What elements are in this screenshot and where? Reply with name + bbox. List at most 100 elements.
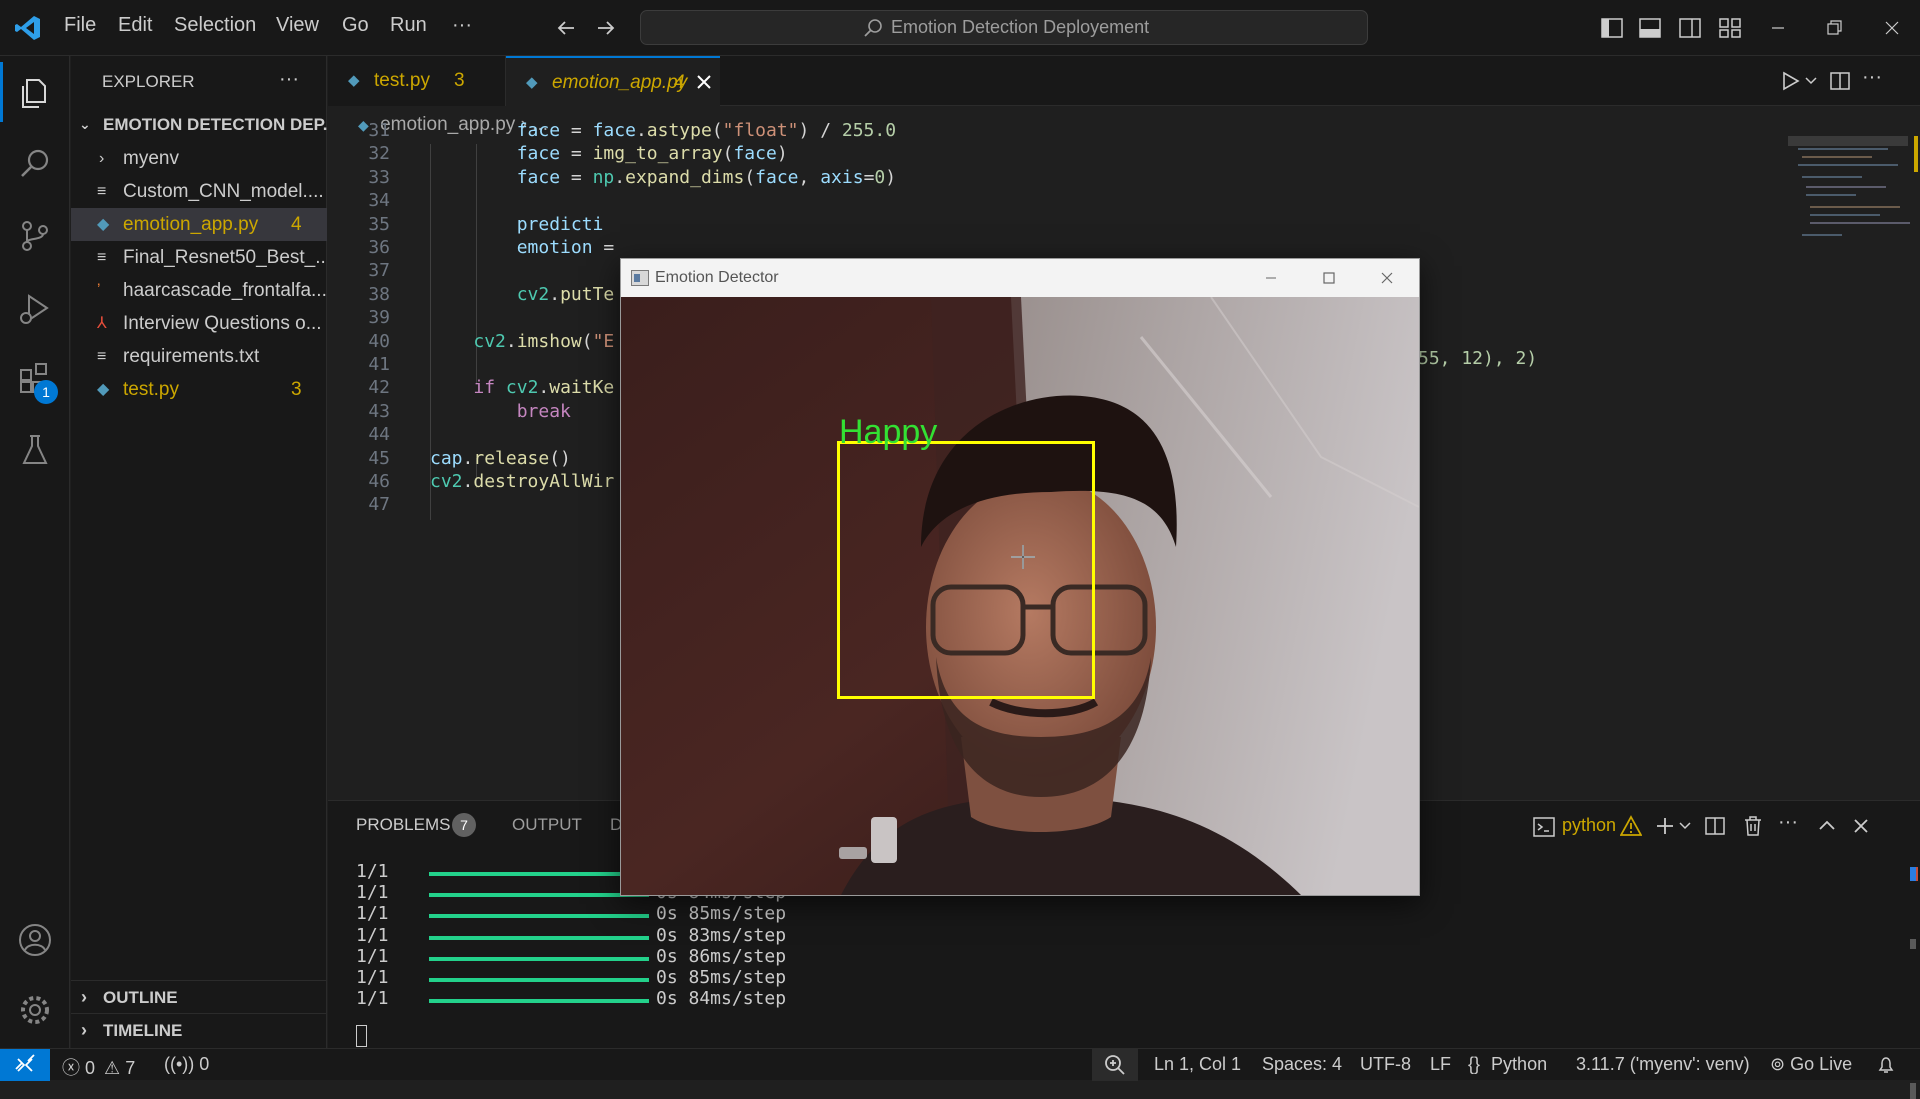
settings-gear-icon[interactable] [15, 990, 55, 1030]
tree-item-custom-cnn-model[interactable]: ≡ Custom_CNN_model.... [71, 175, 327, 208]
line-number: 36 [368, 237, 390, 258]
chevron-down-icon[interactable] [1678, 819, 1692, 833]
remote-indicator[interactable] [0, 1049, 50, 1081]
code-line: cv2.destroyAllWir [430, 471, 615, 492]
source-control-icon[interactable] [15, 216, 55, 256]
zoom-icon[interactable] [1092, 1049, 1138, 1081]
end-of-line[interactable]: LF [1430, 1054, 1451, 1075]
menu-go[interactable]: Go [342, 14, 369, 37]
tree-item-requirements[interactable]: ≡ requirements.txt [71, 340, 327, 373]
emotion-detector-window[interactable]: Emotion Detector Happy [620, 258, 1420, 896]
ports-indicator[interactable]: ((•)) 0 [164, 1054, 209, 1075]
split-editor-icon[interactable] [1828, 69, 1852, 93]
chevron-right-icon: › [99, 150, 105, 167]
editor-tabs: ◆ test.py 3 ◆ emotion_app.py 4 ··· [328, 56, 1920, 107]
code-line: predicti [516, 213, 604, 235]
python-interpreter[interactable]: 3.11.7 ('myenv': venv) [1576, 1054, 1750, 1075]
tab-test-py[interactable]: ◆ test.py 3 [328, 56, 506, 106]
forward-arrow-icon[interactable] [594, 16, 618, 40]
tree-item-emotion-app[interactable]: ◆ emotion_app.py 4 [71, 208, 327, 241]
indentation[interactable]: Spaces: 4 [1262, 1054, 1342, 1075]
minimap-line [1810, 214, 1880, 216]
back-arrow-icon[interactable] [554, 16, 578, 40]
line-number: 31 [368, 120, 390, 141]
scroll-marker [1910, 1083, 1916, 1099]
step-time: 0s 85ms/step [656, 903, 787, 925]
trash-icon[interactable] [1742, 815, 1764, 837]
customize-layout-icon[interactable] [1718, 16, 1742, 40]
outline-section[interactable]: › OUTLINE [71, 981, 327, 1014]
problem-count-badge: 4 [291, 214, 302, 235]
tab-output[interactable]: OUTPUT [512, 815, 582, 835]
menu-file[interactable]: File [64, 14, 96, 37]
encoding[interactable]: UTF-8 [1360, 1054, 1411, 1075]
editor-more-actions[interactable]: ··· [1862, 66, 1882, 89]
toggle-secondary-sidebar-icon[interactable] [1678, 16, 1702, 40]
rss-icon: ʼ [97, 282, 101, 299]
close-window-icon[interactable] [1880, 16, 1904, 40]
explorer-icon[interactable] [15, 72, 55, 112]
maximize-panel-icon[interactable] [1816, 815, 1838, 837]
workspace-folder-header[interactable]: ⌄ EMOTION DETECTION DEP... [71, 108, 327, 141]
toggle-primary-sidebar-icon[interactable] [1600, 16, 1624, 40]
testing-icon[interactable] [15, 430, 55, 470]
tab-problems[interactable]: PROBLEMS [356, 815, 450, 835]
line-number: 42 [368, 377, 390, 399]
bell-icon[interactable] [1876, 1055, 1896, 1075]
app-window-icon [631, 270, 649, 286]
restore-icon[interactable] [1822, 16, 1846, 40]
new-terminal-icon[interactable] [1654, 815, 1676, 837]
account-icon[interactable] [15, 920, 55, 960]
panel-more-actions[interactable]: ··· [1778, 811, 1798, 834]
scroll-marker [1910, 939, 1916, 949]
menu-more[interactable]: ··· [452, 14, 472, 37]
crosshair-cursor-icon [1011, 545, 1035, 569]
close-tab-icon[interactable] [694, 72, 714, 92]
terminal-line: 1/1 0s 83ms/step [356, 925, 786, 946]
chevron-down-icon: ⌄ [79, 116, 91, 132]
minimize-icon[interactable] [1766, 16, 1790, 40]
minimize-icon[interactable] [1261, 268, 1281, 288]
progress-bar [429, 999, 649, 1004]
menu-selection[interactable]: Selection [174, 14, 256, 37]
tree-item-haarcascade[interactable]: ʼ haarcascade_frontalfa... [71, 274, 327, 307]
explorer-more-actions[interactable]: ··· [279, 68, 299, 91]
tree-item-myenv[interactable]: › myenv [71, 142, 327, 175]
minimap-line [1802, 156, 1872, 158]
menu-edit[interactable]: Edit [118, 14, 152, 37]
close-panel-icon[interactable] [1850, 815, 1872, 837]
problems-summary[interactable]: ⓧ 0 ⚠ 7 [62, 1054, 135, 1080]
toggle-panel-icon[interactable] [1638, 16, 1662, 40]
run-python-file-icon[interactable] [1778, 69, 1802, 93]
minimap[interactable] [1788, 106, 1920, 800]
tree-item-test-py[interactable]: ◆ test.py 3 [71, 373, 327, 406]
menu-run[interactable]: Run [390, 14, 427, 37]
line-number: 35 [368, 213, 390, 235]
webcam-feed: Happy [621, 297, 1419, 895]
maximize-icon[interactable] [1319, 268, 1339, 288]
chevron-down-icon[interactable] [1804, 74, 1818, 88]
extensions-badge: 1 [34, 380, 58, 404]
emotion-label: Happy [839, 413, 938, 451]
timeline-section[interactable]: › TIMELINE [71, 1014, 327, 1047]
terminal-line: 1/1 0s 84ms/step [356, 988, 786, 1009]
python-file-icon: ◆ [526, 74, 538, 91]
terminal-scrollbar[interactable] [1906, 861, 1918, 1099]
language-mode[interactable]: {} Python [1468, 1054, 1547, 1075]
emotion-detector-titlebar[interactable]: Emotion Detector [621, 259, 1419, 297]
terminal-name[interactable]: python [1562, 815, 1616, 836]
split-terminal-icon[interactable] [1704, 815, 1726, 837]
command-center-search[interactable]: Emotion Detection Deployement [640, 10, 1368, 45]
cursor-position[interactable]: Ln 1, Col 1 [1154, 1054, 1241, 1075]
go-live[interactable]: ⊚ Go Live [1770, 1054, 1852, 1075]
run-debug-icon[interactable] [15, 288, 55, 328]
tab-emotion-app-py[interactable]: ◆ emotion_app.py 4 [506, 56, 720, 107]
tree-item-interview-questions[interactable]: ⅄ Interview Questions o... [71, 307, 327, 340]
tree-item-final-resnet50[interactable]: ≡ Final_Resnet50_Best_... [71, 241, 327, 274]
menu-view[interactable]: View [276, 14, 319, 37]
close-icon[interactable] [1377, 268, 1397, 288]
search-view-icon[interactable] [15, 144, 55, 184]
file-lines-icon: ≡ [97, 348, 107, 365]
code-line: cv2.putTe [516, 283, 615, 305]
minimap-line [1798, 148, 1888, 150]
